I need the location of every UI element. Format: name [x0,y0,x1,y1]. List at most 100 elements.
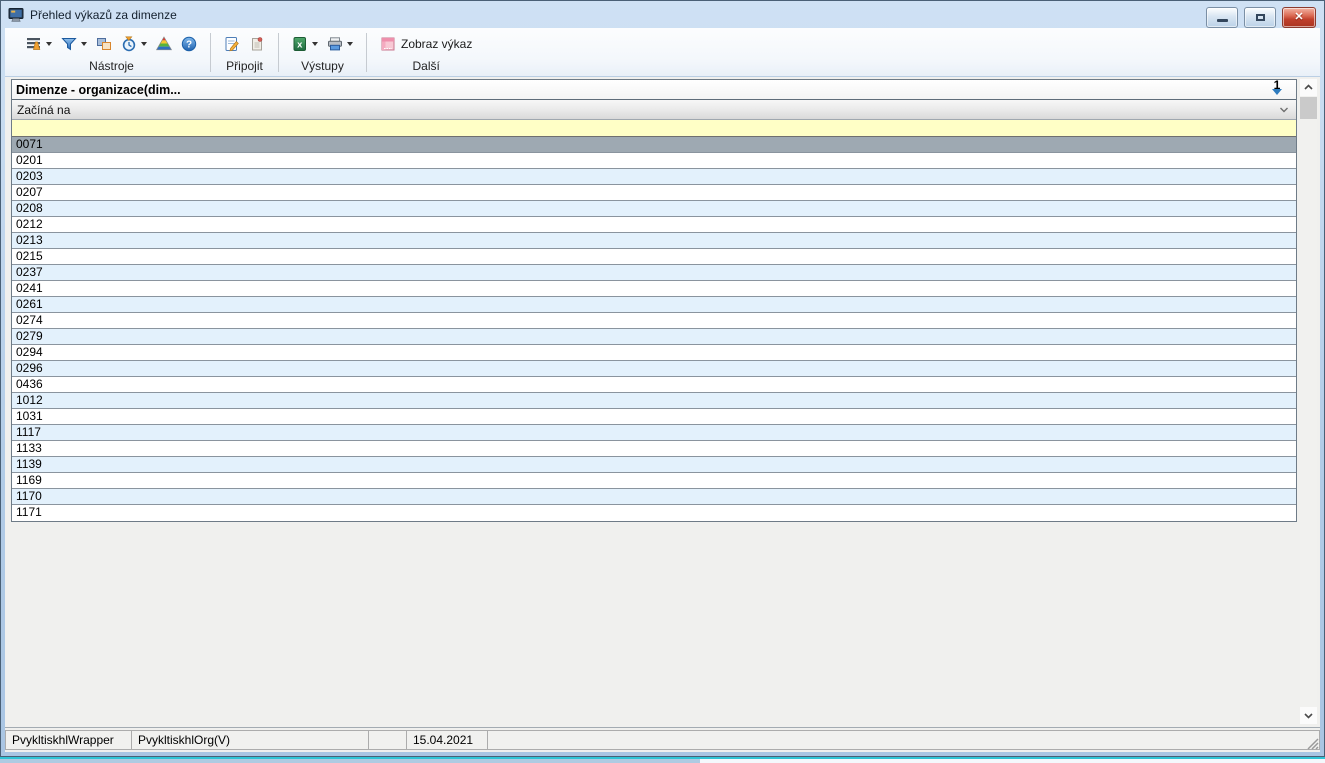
table-row[interactable]: 0203 [12,169,1296,185]
table-row[interactable]: 0215 [12,249,1296,265]
statusbar: PvykltiskhlWrapperPvykltiskhlOrg(V) 15.04… [5,727,1320,752]
sort-down-arrow-icon [1272,89,1282,95]
layers-pyramid-icon [156,36,172,52]
window-title: Přehled výkazů za dimenze [30,8,177,22]
background-window-edge [0,759,700,763]
close-icon: ✕ [1294,12,1303,23]
history-clock-icon [121,36,137,52]
sort-indicator: 1 [1272,80,1282,95]
table-row[interactable]: 1012 [12,393,1296,409]
window-controls: ✕ [1206,7,1316,28]
resize-grip-icon[interactable] [1303,734,1319,750]
show-report-button[interactable]: Zobraz výkaz [376,32,476,56]
toolbar-group-label-outputs: Výstupy [279,59,366,75]
column-header-label: Dimenze - organizace(dim... [16,83,181,97]
status-cell [487,730,1320,750]
chevron-down-icon [81,42,87,46]
toolbar-group-attach: Připojit [211,28,278,76]
table-row[interactable]: 0436 [12,377,1296,393]
table-row[interactable]: 0279 [12,329,1296,345]
column-header[interactable]: Dimenze - organizace(dim... 1 [12,80,1296,100]
chevron-down-icon [46,42,52,46]
table-row[interactable]: 0207 [12,185,1296,201]
toolbar-group-label-more: Další [367,59,485,75]
linked-panels-button[interactable] [92,32,116,56]
close-button[interactable]: ✕ [1282,7,1316,28]
status-cell: PvykltiskhlWrapper [5,730,132,750]
chevron-down-icon [312,42,318,46]
table-row[interactable]: 1171 [12,505,1296,521]
maximize-button[interactable] [1244,7,1276,28]
content-area: Dimenze - organizace(dim... 1 Začíná na … [5,77,1320,727]
table-settings-icon [26,36,42,52]
filter-operator-label: Začíná na [17,103,70,117]
minimize-icon [1217,19,1228,22]
chevron-down-icon [141,42,147,46]
status-cell: PvykltiskhlOrg(V) [131,730,369,750]
excel-export-button[interactable]: x [288,32,322,56]
app-window: Přehled výkazů za dimenze ✕ [0,0,1325,757]
minimize-button[interactable] [1206,7,1238,28]
document-pin-icon [249,36,265,52]
vertical-scrollbar[interactable] [1300,79,1317,724]
table-row[interactable]: 0296 [12,361,1296,377]
toolbar-group-more: Zobraz výkaz Další [367,28,485,76]
table-row[interactable]: 0213 [12,233,1296,249]
history-clock-button[interactable] [117,32,151,56]
table-row[interactable]: 0241 [12,281,1296,297]
report-icon [380,36,396,52]
print-button[interactable] [323,32,357,56]
excel-export-icon: x [292,36,308,52]
show-report-label: Zobraz výkaz [401,37,472,51]
table-row[interactable]: 1170 [12,489,1296,505]
background-strip [0,757,1325,763]
app-body: ? Nástroje [5,28,1320,752]
toolbar-group-label-attach: Připojit [211,59,278,75]
status-cell [368,730,407,750]
background-fill [700,759,1325,763]
toolbar-group-label-tools: Nástroje [13,59,210,75]
scrollbar-thumb[interactable] [1300,97,1317,119]
filter-input[interactable] [12,120,1296,137]
table-row[interactable]: 0237 [12,265,1296,281]
maximize-icon [1256,14,1265,21]
table-row[interactable]: 1133 [12,441,1296,457]
filter-operator-dropdown[interactable]: Začíná na [12,100,1296,120]
note-edit-icon [224,36,240,52]
table-row[interactable]: 1169 [12,473,1296,489]
chevron-down-icon [1279,105,1289,115]
table-row[interactable]: 0208 [12,201,1296,217]
scroll-down-button[interactable] [1300,707,1317,724]
attach-note-button[interactable] [220,32,244,56]
filter-icon [61,36,77,52]
table-row[interactable]: 0274 [12,313,1296,329]
status-cell: 15.04.2021 [406,730,488,750]
table-row[interactable]: 0201 [12,153,1296,169]
toolbar: ? Nástroje [5,28,1320,77]
chevron-down-icon [347,42,353,46]
svg-text:?: ? [186,39,192,50]
svg-text:x: x [297,39,303,50]
app-window-icon [8,7,24,23]
toolbar-group-outputs: x Výstupy [279,28,366,76]
grid-rows: 0071020102030207020802120213021502370241… [12,137,1296,521]
table-row[interactable]: 1031 [12,409,1296,425]
help-icon: ? [181,36,197,52]
filter-button[interactable] [57,32,91,56]
table-row[interactable]: 1117 [12,425,1296,441]
table-row[interactable]: 1139 [12,457,1296,473]
scroll-up-button[interactable] [1300,79,1317,96]
table-row[interactable]: 0071 [12,137,1296,153]
table-settings-button[interactable] [22,32,56,56]
help-button[interactable]: ? [177,32,201,56]
attach-document-button[interactable] [245,32,269,56]
table-row[interactable]: 0261 [12,297,1296,313]
linked-panels-icon [96,36,112,52]
titlebar[interactable]: Přehled výkazů za dimenze ✕ [1,1,1324,28]
toolbar-group-tools: ? Nástroje [13,28,210,76]
layers-pyramid-button[interactable] [152,32,176,56]
table-row[interactable]: 0212 [12,217,1296,233]
chevron-down-icon [1303,711,1314,720]
chevron-up-icon [1303,83,1314,92]
table-row[interactable]: 0294 [12,345,1296,361]
